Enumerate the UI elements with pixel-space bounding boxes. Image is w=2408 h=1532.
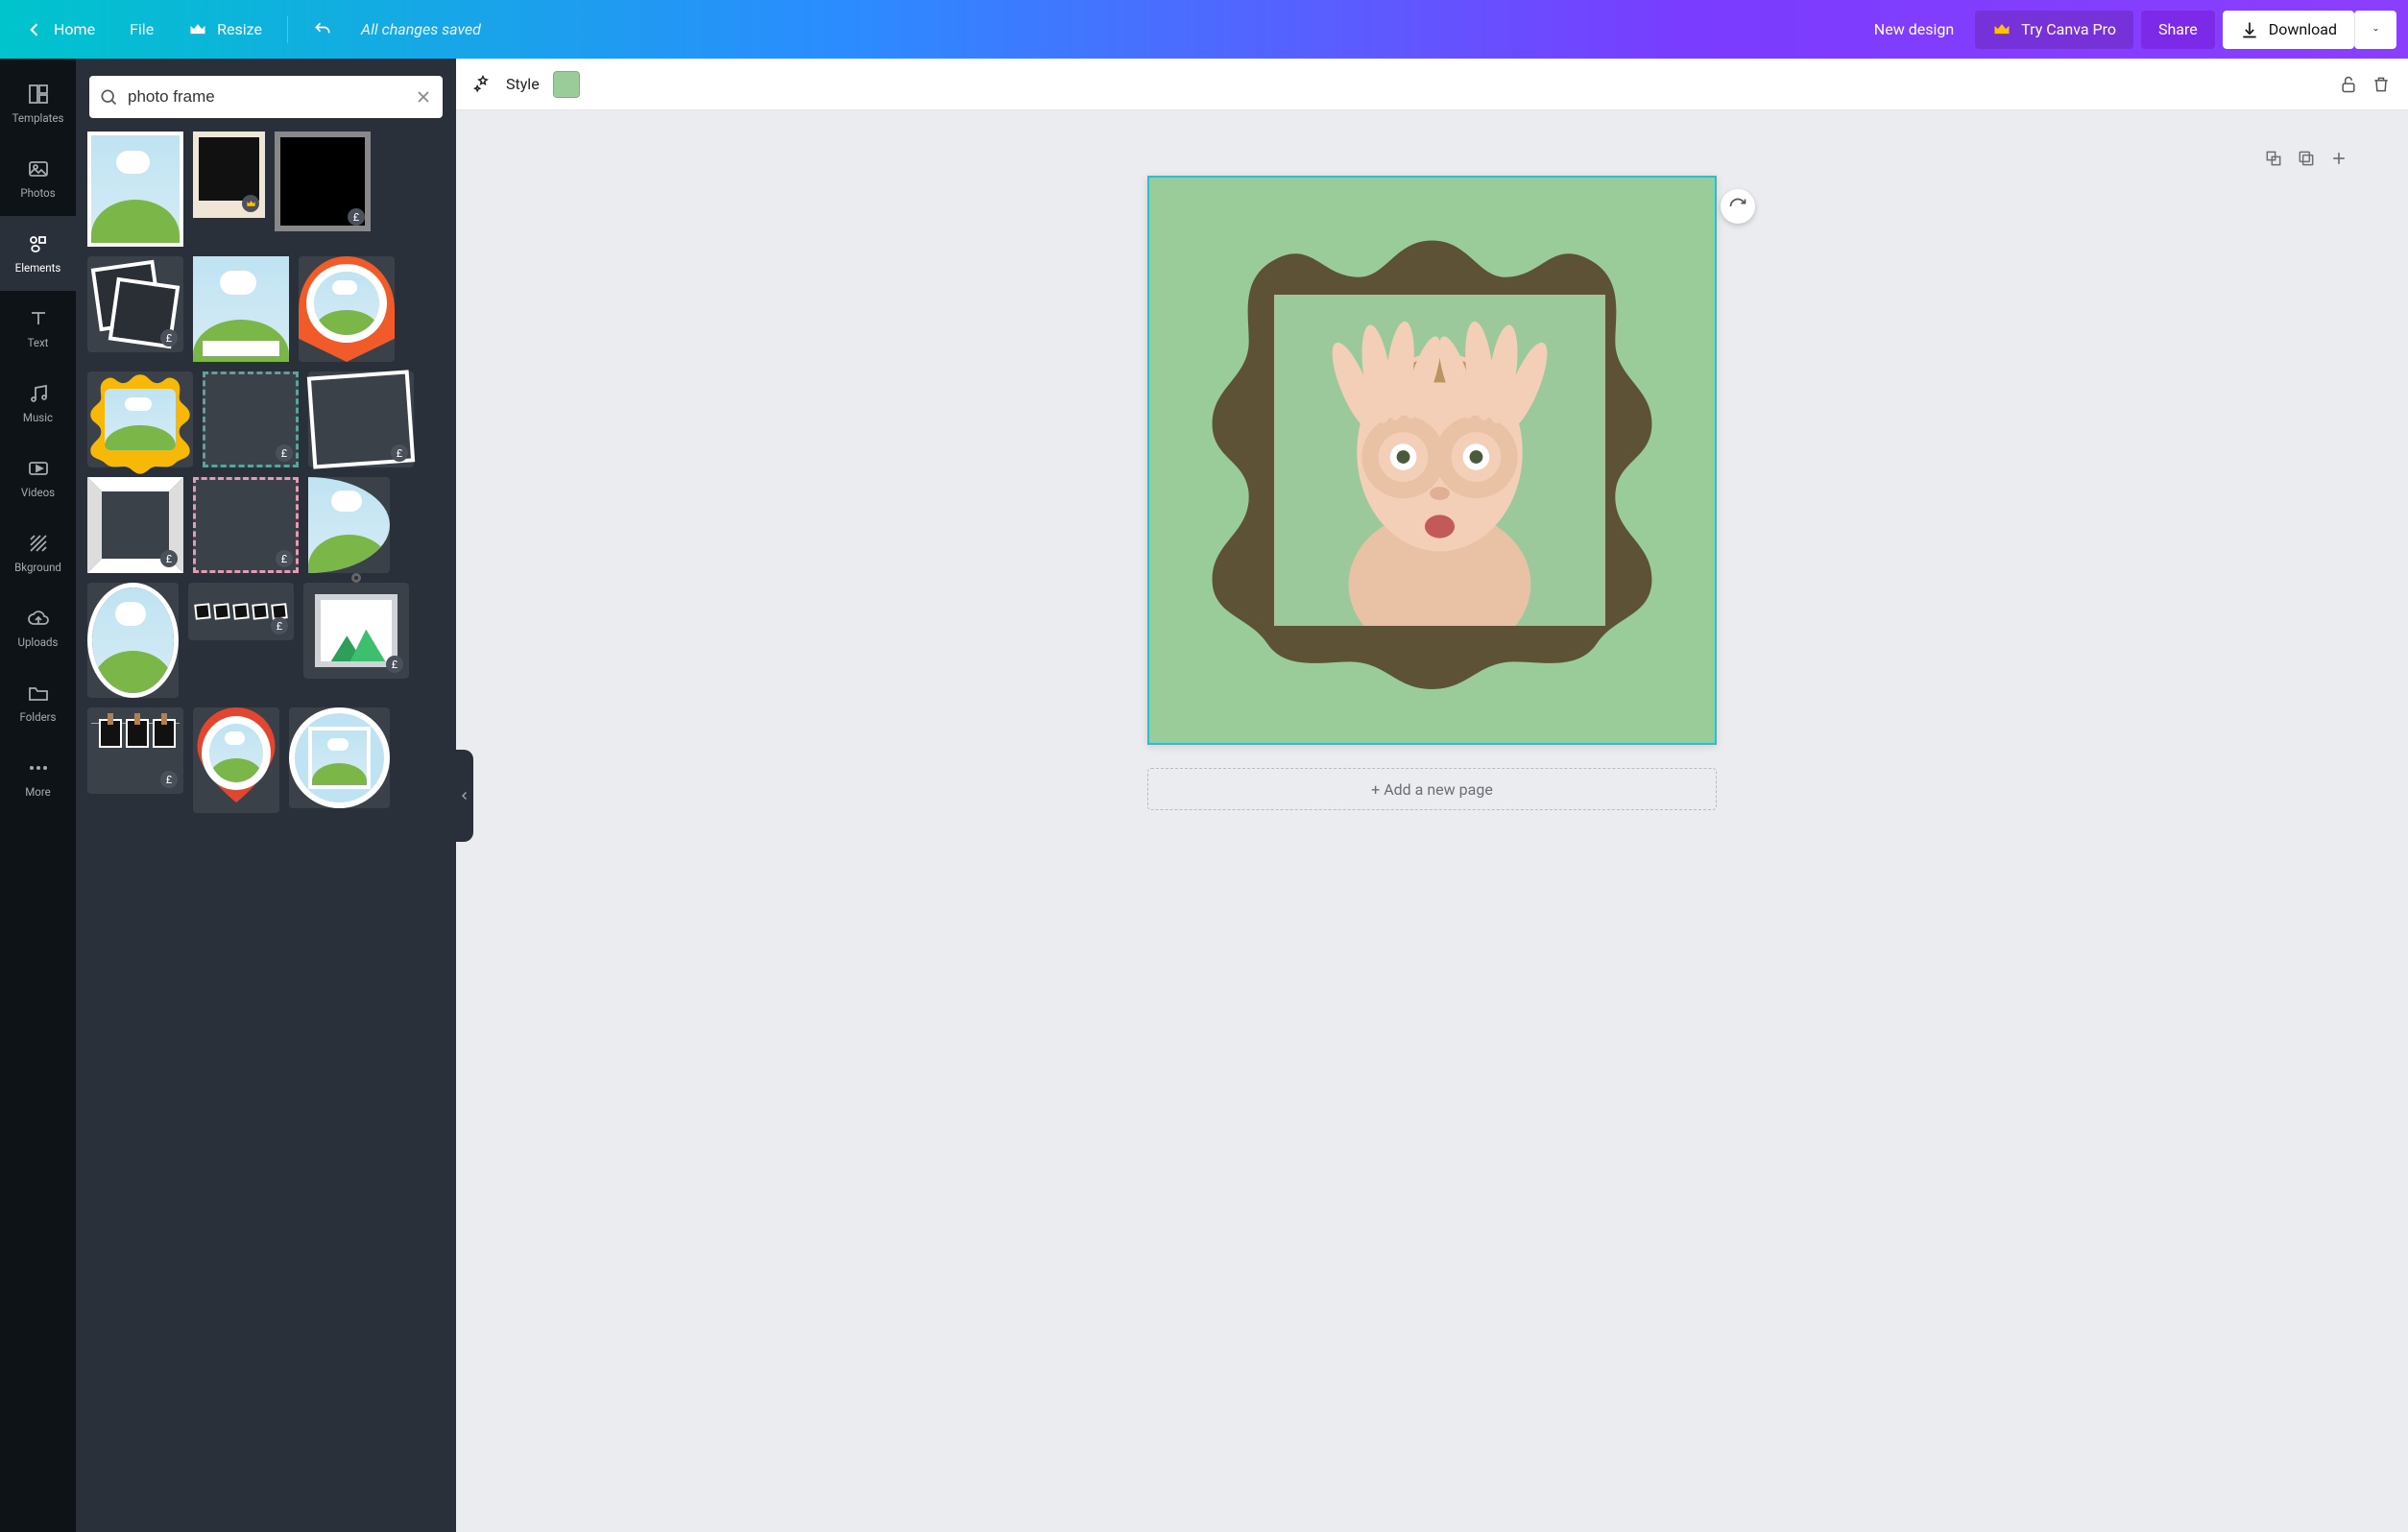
- magic-icon[interactable]: [473, 75, 493, 94]
- page[interactable]: [1147, 176, 1717, 745]
- paid-badge: £: [160, 550, 178, 567]
- templates-icon: [27, 83, 50, 106]
- page-controls: [2264, 149, 2348, 168]
- search-input[interactable]: [128, 87, 404, 107]
- rail-templates[interactable]: Templates: [0, 66, 76, 141]
- result-landscape-frame[interactable]: [87, 132, 183, 247]
- resize-menu[interactable]: Resize: [175, 11, 276, 49]
- rail-videos[interactable]: Videos: [0, 441, 76, 515]
- add-new-page-button[interactable]: + Add a new page: [1147, 768, 1717, 810]
- result-thin-white-frame[interactable]: £: [308, 371, 414, 467]
- paid-badge: £: [160, 771, 178, 788]
- results-grid: £ £ £ £ £ £ £ £ £: [87, 132, 445, 813]
- share-button[interactable]: Share: [2141, 11, 2215, 49]
- home-label: Home: [54, 20, 95, 38]
- result-circle-white[interactable]: [289, 707, 390, 808]
- paid-badge: £: [276, 550, 293, 567]
- file-menu[interactable]: File: [116, 11, 167, 49]
- rail-elements[interactable]: Elements: [0, 216, 76, 291]
- search-icon: [99, 87, 118, 107]
- result-scallop-yellow[interactable]: [87, 371, 193, 467]
- new-design-button[interactable]: New design: [1861, 11, 1967, 49]
- result-stretched-canvas[interactable]: £: [87, 477, 183, 573]
- result-clothespin-photos[interactable]: £: [87, 707, 183, 794]
- photo-in-frame[interactable]: [1274, 295, 1605, 626]
- save-status: All changes saved: [361, 20, 481, 38]
- result-half-circle[interactable]: [308, 477, 390, 573]
- trash-icon[interactable]: [2372, 75, 2391, 94]
- paid-badge: £: [271, 617, 288, 634]
- side-panel: £ £ £ £ £ £ £ £ £: [76, 59, 456, 1532]
- result-hanging-polaroids[interactable]: £: [188, 583, 294, 640]
- chevron-left-icon: [25, 20, 44, 39]
- canvas-area: Style: [456, 59, 2408, 1532]
- videos-icon: [27, 457, 50, 480]
- bkground-icon: [27, 532, 50, 555]
- result-stamp-teal[interactable]: £: [203, 371, 299, 467]
- result-oval-landscape[interactable]: [87, 583, 179, 698]
- page-action-button[interactable]: [1721, 189, 1755, 224]
- bg-color-swatch[interactable]: [553, 71, 580, 98]
- download-button-group: Download: [2223, 11, 2396, 49]
- rail-music[interactable]: Music: [0, 366, 76, 441]
- rail-folders[interactable]: Folders: [0, 665, 76, 740]
- lock-icon[interactable]: [2339, 75, 2358, 94]
- download-button[interactable]: Download: [2223, 11, 2354, 49]
- result-dark-frame[interactable]: £: [275, 132, 371, 231]
- result-stamp-pink[interactable]: £: [193, 477, 299, 573]
- paid-badge: £: [391, 444, 408, 462]
- paid-badge: £: [348, 208, 365, 226]
- folders-icon: [27, 682, 50, 705]
- rail-uploads[interactable]: Uploads: [0, 590, 76, 665]
- rail-bkground[interactable]: Bkground: [0, 515, 76, 590]
- app-topbar: Home File Resize All changes saved New d…: [0, 0, 2408, 59]
- refresh-icon: [1728, 197, 1747, 216]
- download-icon: [2240, 20, 2259, 39]
- rail-text[interactable]: Text: [0, 291, 76, 366]
- text-icon: [27, 307, 50, 330]
- stage[interactable]: + Add a new page: [456, 110, 2408, 1532]
- paid-badge: £: [160, 329, 178, 347]
- elements-icon: [27, 232, 50, 255]
- context-bar: Style: [456, 59, 2408, 110]
- paid-badge: £: [276, 444, 293, 462]
- chevron-down-icon: [2372, 20, 2379, 39]
- page-resize-icon[interactable]: [2264, 149, 2283, 168]
- crown-badge: [242, 195, 259, 212]
- separator: [287, 16, 288, 43]
- search-bar[interactable]: [89, 76, 443, 118]
- crown-icon: [1992, 20, 2011, 39]
- result-circle-pin-orange[interactable]: [299, 256, 395, 362]
- crown-icon: [188, 20, 207, 39]
- photos-icon: [27, 157, 50, 180]
- result-map-pin-photo[interactable]: [193, 707, 279, 813]
- undo-icon: [313, 20, 332, 39]
- add-page-icon[interactable]: [2329, 149, 2348, 168]
- result-frame-bottom-label[interactable]: [193, 256, 289, 362]
- undo-button[interactable]: [300, 11, 346, 49]
- paid-badge: £: [386, 656, 403, 673]
- style-label[interactable]: Style: [506, 75, 540, 93]
- result-polaroid-beige[interactable]: [193, 132, 265, 218]
- duplicate-page-icon[interactable]: [2297, 149, 2316, 168]
- result-framed-mountains[interactable]: £: [303, 583, 409, 679]
- left-rail: TemplatesPhotosElementsTextMusicVideosBk…: [0, 59, 76, 1532]
- download-caret[interactable]: [2354, 11, 2396, 49]
- home-button[interactable]: Home: [12, 11, 108, 49]
- more-icon: [27, 756, 50, 779]
- result-tilted-polaroids[interactable]: £: [87, 256, 183, 352]
- try-pro-button[interactable]: Try Canva Pro: [1975, 11, 2133, 49]
- uploads-icon: [27, 607, 50, 630]
- rail-photos[interactable]: Photos: [0, 141, 76, 216]
- music-icon: [27, 382, 50, 405]
- rail-more[interactable]: More: [0, 740, 76, 815]
- clear-search-icon[interactable]: [414, 87, 433, 107]
